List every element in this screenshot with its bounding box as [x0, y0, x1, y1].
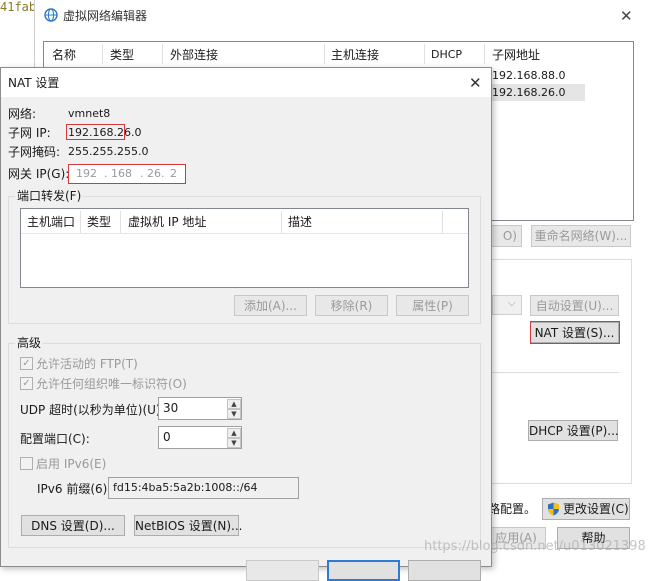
dialog-button-partial-1[interactable] [246, 560, 319, 581]
col-header-host[interactable]: 主机连接 [331, 48, 379, 62]
admin-hint-text: 路配置。 [488, 502, 537, 516]
gateway-octet-2: 168 [111, 167, 132, 180]
gateway-ip-label: 网关 IP(G): [8, 167, 70, 181]
watermark-text: https://blog.csdn.net/u013021398 [424, 539, 646, 554]
dropdown-partial[interactable]: ⌵ [492, 295, 522, 315]
editor-window-title: 虚拟网络编辑器 [63, 9, 148, 23]
rename-network-button[interactable]: 重命名网络(W)... [531, 225, 631, 247]
table-row[interactable]: 192.168.26.0 [492, 86, 565, 100]
config-port-up[interactable]: ▲ [227, 428, 241, 438]
add-port-button[interactable]: 添加(A)... [234, 295, 307, 316]
config-port-down[interactable]: ▼ [227, 438, 241, 448]
udp-timeout-up[interactable]: ▲ [227, 399, 241, 409]
udp-timeout-label: UDP 超时(以秒为单位)(U): [20, 403, 165, 417]
shield-icon [547, 502, 560, 516]
advanced-label: 高级 [15, 336, 44, 350]
subnet-mask-label: 子网掩码: [8, 145, 61, 159]
nat-settings-highlight [530, 321, 620, 344]
nat-dialog-title: NAT 设置 [8, 76, 60, 90]
netbios-settings-button[interactable]: NetBIOS 设置(N)... [134, 515, 243, 536]
editor-close-button[interactable]: ✕ [620, 7, 633, 25]
ipv6-prefix-label: IPv6 前缀(6): [37, 482, 112, 496]
subnet-mask-value: 255.255.255.0 [68, 145, 149, 158]
col-header-subnet[interactable]: 子网地址 [492, 48, 540, 62]
config-port-label: 配置端口(C): [20, 432, 90, 446]
nat-title-bar [1, 68, 491, 97]
pf-col-host-port[interactable]: 主机端口 [27, 211, 75, 233]
enable-ipv6-label: 启用 IPv6(E) [36, 457, 107, 471]
subnet-ip-highlight [66, 124, 125, 140]
dialog-button-partial-2[interactable] [327, 560, 400, 581]
network-icon [44, 8, 58, 22]
gateway-octet-4: 2 [170, 167, 177, 180]
subnet-ip-label: 子网 IP: [8, 126, 51, 140]
col-header-name[interactable]: 名称 [52, 48, 76, 62]
network-value: vmnet8 [68, 107, 111, 120]
background-code-text: 41fab [0, 0, 37, 14]
gateway-ip-field[interactable]: 192 . 168 . 26 . 2 [68, 164, 186, 184]
enable-ipv6-checkbox[interactable] [20, 457, 33, 470]
chevron-down-icon: ⌵ [508, 298, 516, 309]
col-header-external[interactable]: 外部连接 [170, 48, 218, 62]
allow-ftp-checkbox[interactable]: ✓ [20, 357, 33, 370]
port-properties-button[interactable]: 属性(P) [396, 295, 469, 316]
col-header-type[interactable]: 类型 [110, 48, 134, 62]
pf-col-vm-ip[interactable]: 虚拟机 IP 地址 [128, 211, 206, 233]
dns-settings-button[interactable]: DNS 设置(D)... [21, 515, 125, 536]
pf-col-description[interactable]: 描述 [288, 211, 312, 233]
auto-settings-button[interactable]: 自动设置(U)... [530, 295, 619, 316]
remove-port-button[interactable]: 移除(R) [315, 295, 388, 316]
ipv6-prefix-input[interactable]: fd15:4ba5:5a2b:1008::/64 [108, 477, 299, 499]
udp-timeout-down[interactable]: ▼ [227, 409, 241, 419]
network-label: 网络: [8, 107, 37, 121]
gateway-octet-3: 26 [147, 167, 161, 180]
nat-close-button[interactable]: ✕ [469, 74, 482, 92]
col-header-dhcp[interactable]: DHCP [431, 48, 462, 62]
dhcp-settings-button[interactable]: DHCP 设置(P)... [528, 420, 619, 441]
pf-col-type[interactable]: 类型 [87, 211, 111, 233]
dialog-button-partial-3[interactable] [408, 560, 481, 581]
gateway-octet-1: 192 [76, 167, 97, 180]
allow-oui-checkbox[interactable]: ✓ [20, 377, 33, 390]
port-forwarding-label: 端口转发(F) [15, 189, 84, 203]
allow-oui-label: 允许任何组织唯一标识符(O) [36, 377, 187, 391]
change-settings-button[interactable]: 更改设置(C) [542, 498, 630, 520]
table-row[interactable]: 192.168.88.0 [492, 69, 565, 83]
allow-ftp-label: 允许活动的 FTP(T) [36, 357, 138, 371]
divider [492, 372, 619, 373]
